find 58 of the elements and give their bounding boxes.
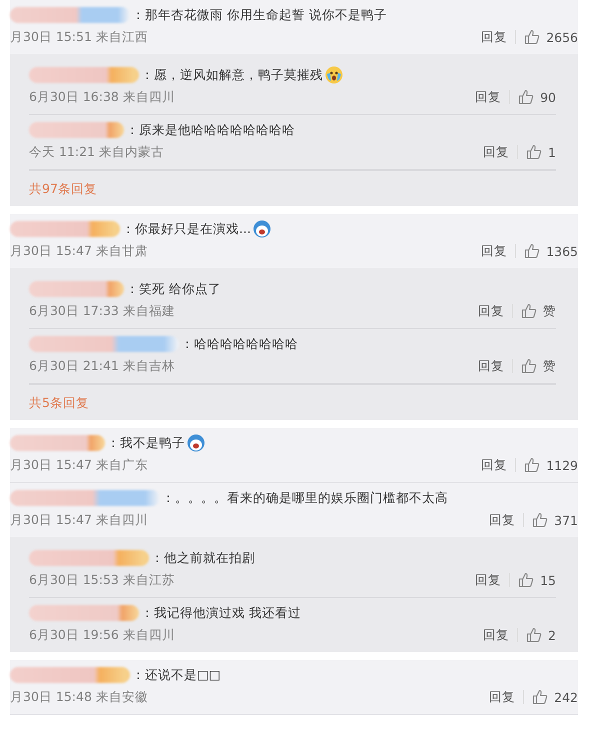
like-count: 1365 [546,244,578,258]
comment-text: ：那年杏花微雨 你用生命起誓 说你不是鸭子 [132,6,387,24]
comment-text: ：笑死 给你点了 [126,280,221,298]
comment-text: ：你最好只是在演戏... [122,220,251,238]
thumbs-up-icon[interactable] [524,29,540,45]
reply-link[interactable]: 回复 [489,688,516,706]
reply-link[interactable]: 回复 [478,302,504,320]
thumbs-up-icon[interactable] [524,457,540,473]
like-count: 90 [540,90,556,104]
comment-meta: 月30日 15:47 来自广东 [10,456,149,474]
comment-text: ：他之前就在拍剧 [151,550,255,566]
like-count: 1129 [546,458,578,472]
like-count: 371 [554,512,578,528]
thumbs-up-icon[interactable] [532,689,548,705]
comment-text: ：原来是他哈哈哈哈哈哈哈哈 [126,122,295,138]
comment-meta: 月30日 15:47 来自甘肃 [10,242,149,260]
like-count: 2 [548,628,556,642]
thumbs-up-icon[interactable] [518,572,534,588]
comment-text: ：还说不是□□ [132,666,221,684]
reply-link[interactable]: 回复 [481,456,508,474]
comment-text: ：。。。。看来的确是哪里的娱乐圈门槛都不太高 [162,490,448,506]
like-count: 1 [548,144,556,160]
comment-meta: 月30日 15:48 来自安徽 [10,688,149,706]
like-count: 2656 [546,30,578,44]
like-count: 242 [554,690,578,704]
comment-text: ：哈哈哈哈哈哈哈哈 [181,336,298,352]
comment-meta: 6月30日 17:33 来自福建 [29,302,176,320]
reply-link[interactable]: 回复 [478,358,504,374]
thumbs-up-icon[interactable] [521,358,537,374]
thumbs-up-icon[interactable] [526,627,542,643]
comment-meta: 6月30日 21:41 来自吉林 [29,358,176,374]
reply-link[interactable]: 回复 [481,28,508,46]
comment-text: ：我不是鸭子 [107,434,185,452]
comment-meta: 月30日 15:51 来自江西 [10,28,149,46]
reply-link[interactable]: 回复 [483,144,510,160]
comment-meta: 月30日 15:47 来自四川 [10,512,149,528]
scared-face-icon [325,66,343,84]
comment-meta: 6月30日 16:38 来自四川 [29,88,176,106]
reply-link[interactable]: 回复 [489,512,516,528]
reply-link[interactable]: 回复 [475,572,502,588]
thumbs-up-icon[interactable] [521,303,537,319]
round-emoji-icon [187,434,205,452]
like-count: 15 [540,572,556,588]
like-count: 赞 [543,358,556,374]
comment-meta: 6月30日 15:53 来自江苏 [29,572,176,588]
comment-text: ：愿，逆风如解意，鸭子莫摧残 [141,66,323,84]
comment-text: ：我记得他演过戏 我还看过 [141,604,301,622]
thumbs-up-icon[interactable] [524,243,540,259]
thumbs-up-icon[interactable] [532,512,548,528]
reply-link[interactable]: 回复 [481,242,508,260]
reply-link[interactable]: 回复 [483,626,510,644]
thumbs-up-icon[interactable] [526,144,542,160]
comment-meta: 6月30日 19:56 来自四川 [29,626,176,644]
thumbs-up-icon[interactable] [518,89,534,105]
like-count: 赞 [543,302,556,320]
round-emoji-icon [252,220,271,238]
comment-meta: 今天 11:21 来自内蒙古 [29,144,165,160]
reply-link[interactable]: 回复 [475,88,502,106]
